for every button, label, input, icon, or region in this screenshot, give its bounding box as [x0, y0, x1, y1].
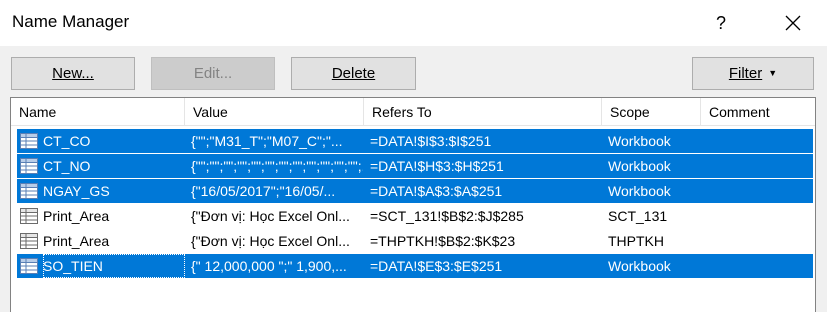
range-name-icon [20, 158, 38, 174]
list-header: Name Value Refers To Scope Comment [11, 98, 815, 126]
row-refers-to: =SCT_131!$B$2:$J$285 [370, 208, 524, 224]
delete-button[interactable]: Delete [291, 57, 416, 90]
range-name-icon [20, 258, 38, 274]
names-list[interactable]: Name Value Refers To Scope Comment CT_CO… [10, 97, 816, 312]
row-name: Print_Area [43, 208, 110, 224]
row-value: {"Đơn vị: Học Excel Onl... [191, 233, 350, 249]
row-name: SO_TIEN [43, 254, 185, 278]
list-row[interactable]: CT_NO {"";"";"";"";"";"";"";"";"";"";"";… [17, 154, 813, 178]
list-row[interactable]: Print_Area {"Đơn vị: Học Excel Onl... =T… [17, 229, 813, 253]
filter-button[interactable]: Filter ▼ [692, 57, 814, 90]
window-title: Name Manager [12, 12, 130, 31]
range-name-icon [20, 183, 38, 199]
delete-button-label: Delete [331, 65, 376, 82]
close-icon [785, 15, 801, 31]
row-name: CT_CO [43, 133, 91, 149]
row-value: {"Đơn vị: Học Excel Onl... [191, 208, 350, 224]
row-refers-to: =DATA!$A$3:$A$251 [370, 183, 503, 199]
new-button[interactable]: New... [11, 57, 135, 90]
row-scope: THPTKH [608, 233, 664, 249]
range-name-icon [20, 133, 38, 149]
column-header-scope[interactable]: Scope [602, 98, 701, 126]
column-header-refers-to[interactable]: Refers To [364, 98, 602, 126]
row-refers-to: =DATA!$H$3:$H$251 [370, 158, 504, 174]
row-value: {"16/05/2017";"16/05/... [191, 183, 336, 199]
edit-button-label: Edit... [193, 65, 233, 82]
row-value: {" 12,000,000 ";" 1,900,... [191, 258, 347, 274]
close-button[interactable] [770, 6, 816, 40]
row-name: NGAY_GS [43, 183, 110, 199]
filter-button-label: Filter [728, 65, 763, 82]
list-row[interactable]: CT_CO {"";"M31_T";"M07_C";"... =DATA!$I$… [17, 129, 813, 153]
row-scope: SCT_131 [608, 208, 668, 224]
row-scope: Workbook [608, 258, 671, 274]
column-header-comment[interactable]: Comment [701, 98, 815, 126]
help-button[interactable]: ? [706, 6, 736, 40]
dropdown-arrow-icon: ▼ [768, 68, 778, 78]
row-value: {"";"M31_T";"M07_C";"... [191, 133, 343, 149]
column-header-name[interactable]: Name [11, 98, 185, 126]
row-name: CT_NO [43, 158, 91, 174]
row-value: {"";"";"";"";"";"";"";"";"";"";"";"";... [191, 158, 363, 174]
list-row[interactable]: NGAY_GS {"16/05/2017";"16/05/... =DATA!$… [17, 179, 813, 203]
row-scope: Workbook [608, 133, 671, 149]
row-name: Print_Area [43, 233, 110, 249]
print-area-icon [20, 208, 38, 224]
row-scope: Workbook [608, 158, 671, 174]
print-area-icon [20, 233, 38, 249]
list-row[interactable]: Print_Area {"Đơn vị: Học Excel Onl... =S… [17, 204, 813, 228]
new-button-label: New... [52, 65, 94, 82]
row-refers-to: =DATA!$I$3:$I$251 [370, 133, 492, 149]
row-refers-to: =THPTKH!$B$2:$K$23 [370, 233, 516, 249]
row-refers-to: =DATA!$E$3:$E$251 [370, 258, 503, 274]
column-header-value[interactable]: Value [185, 98, 364, 126]
row-scope: Workbook [608, 183, 671, 199]
title-bar: Name Manager ? [0, 0, 827, 46]
list-row[interactable]: SO_TIEN {" 12,000,000 ";" 1,900,... =DAT… [17, 254, 813, 278]
edit-button[interactable]: Edit... [151, 57, 275, 90]
